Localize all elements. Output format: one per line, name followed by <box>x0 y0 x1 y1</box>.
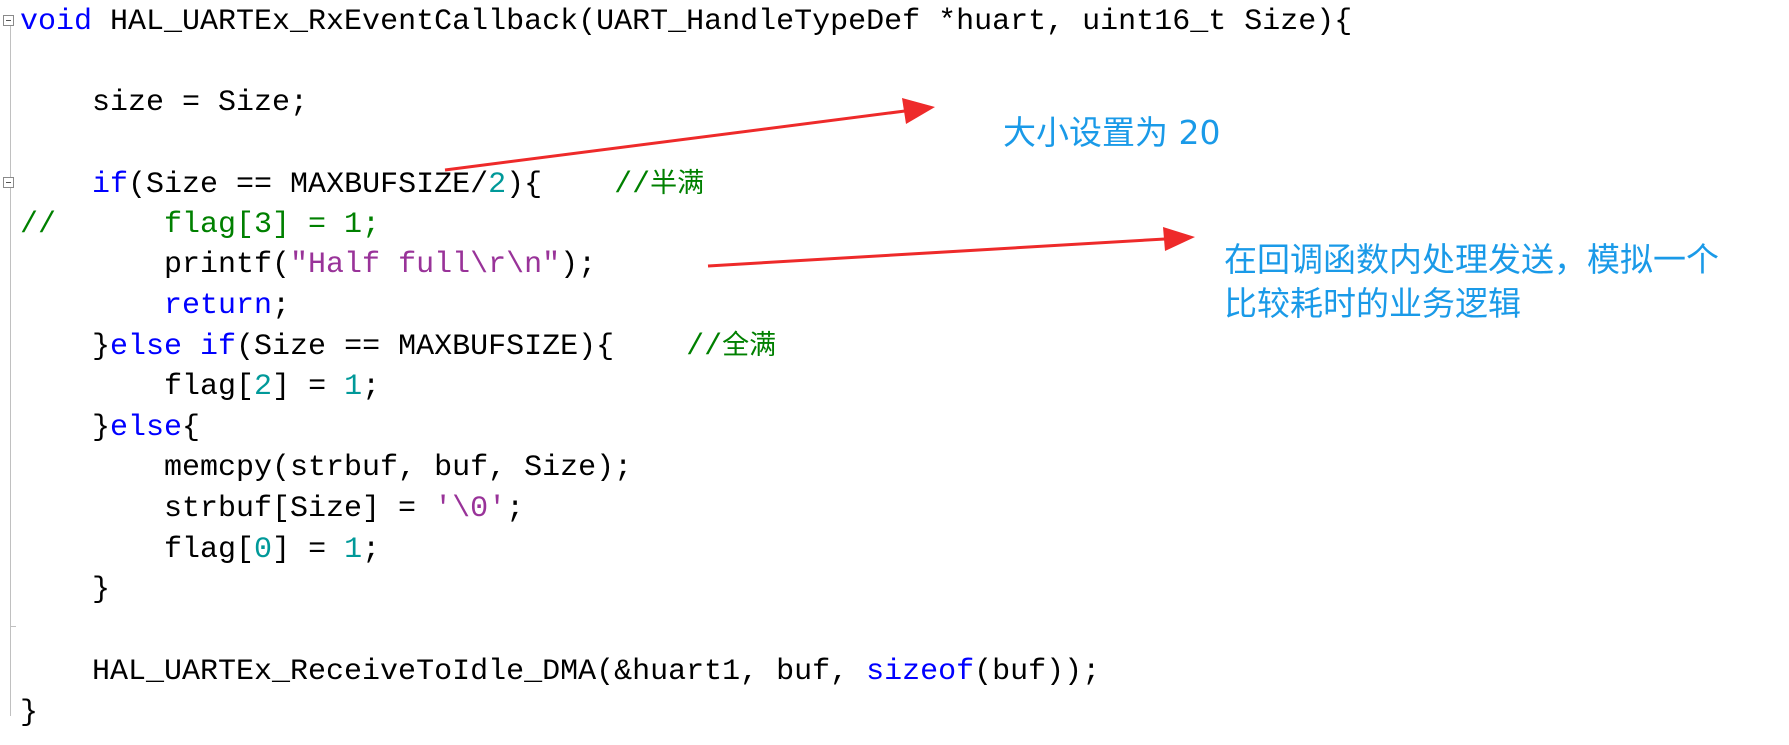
annotation-handler-note-line2: 比较耗时的业务逻辑 <box>1224 284 1521 323</box>
arrow-handler-note <box>707 227 1195 268</box>
annotation-arrows <box>444 98 1195 268</box>
arrow-size-note <box>444 98 935 172</box>
arrow-shaft <box>707 237 1166 268</box>
code-editor[interactable]: void HAL_UARTEx_RxEventCallback(UART_Han… <box>0 0 1789 745</box>
annotation-size-note: 大小设置为 20 <box>1003 113 1221 152</box>
arrow-head <box>1163 227 1195 251</box>
arrow-shaft <box>444 109 906 172</box>
arrow-head <box>902 98 935 124</box>
annotation-handler-note-line1: 在回调函数内处理发送，模拟一个 <box>1224 240 1719 279</box>
